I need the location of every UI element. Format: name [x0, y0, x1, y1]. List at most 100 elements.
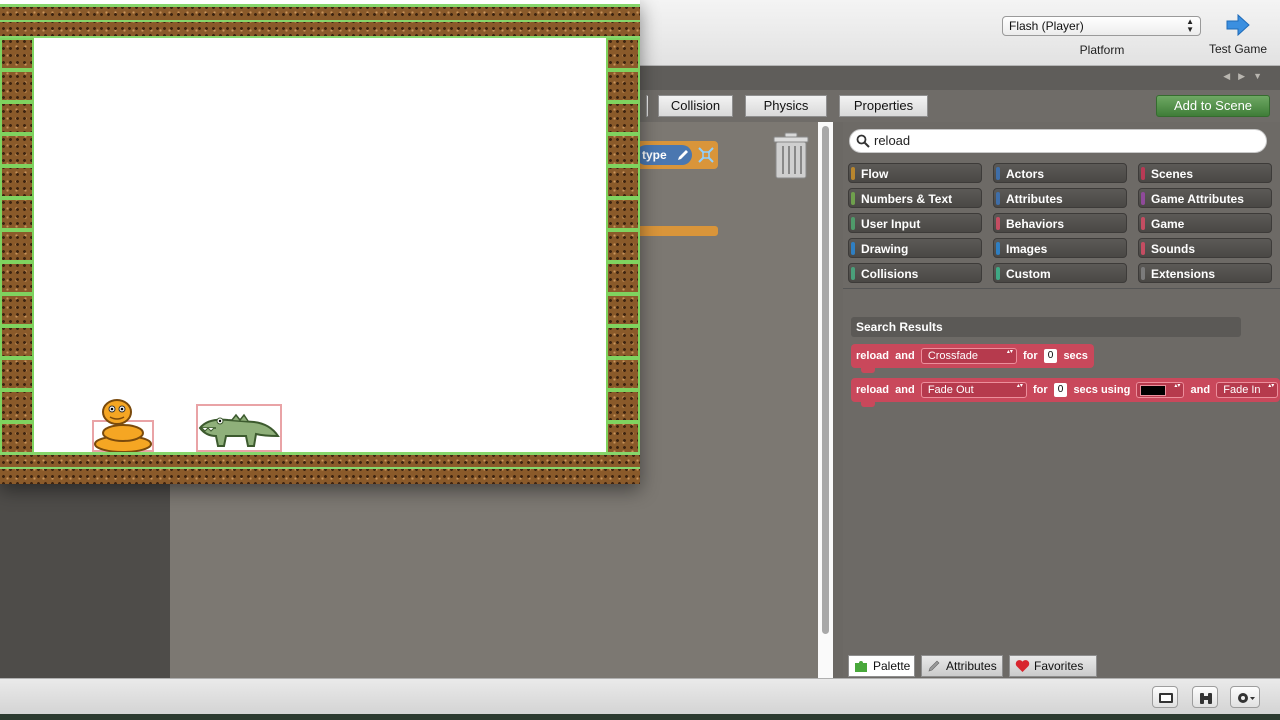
- tab-attributes[interactable]: Attributes: [921, 655, 1003, 677]
- snake-icon: [94, 399, 152, 452]
- category-color-bar: [1141, 192, 1145, 205]
- category-color-bar: [1141, 167, 1145, 180]
- type-label: type: [642, 148, 667, 162]
- category-flow[interactable]: Flow: [848, 163, 982, 183]
- tile: [0, 422, 34, 454]
- category-behaviors[interactable]: Behaviors: [993, 213, 1127, 233]
- category-label: Collisions: [861, 267, 919, 281]
- panel-separator: [843, 288, 1280, 289]
- category-attributes[interactable]: Attributes: [993, 188, 1127, 208]
- block-word: and: [1190, 384, 1211, 396]
- category-label: Behaviors: [1006, 217, 1065, 231]
- crocodile-actor[interactable]: [196, 404, 282, 452]
- block-word: and: [895, 350, 915, 362]
- category-color-bar: [996, 192, 1000, 205]
- category-user-input[interactable]: User Input: [848, 213, 982, 233]
- type-block-pill[interactable]: type: [636, 145, 692, 165]
- category-collisions[interactable]: Collisions: [848, 263, 982, 283]
- category-images[interactable]: Images: [993, 238, 1127, 258]
- editor-scrollbar-thumb[interactable]: [822, 126, 829, 634]
- block-word: for: [1032, 384, 1048, 396]
- puzzle-icon: [855, 661, 867, 672]
- category-color-bar: [1141, 267, 1145, 280]
- secs-field[interactable]: 0: [1053, 383, 1068, 398]
- tile: [606, 390, 640, 422]
- transition-dropdown-2[interactable]: Fade In: [1216, 382, 1279, 399]
- category-drawing[interactable]: Drawing: [848, 238, 982, 258]
- search-results-header: Search Results: [851, 317, 1241, 337]
- tab-collision[interactable]: Collision: [658, 95, 733, 117]
- block-word: secs using: [1073, 384, 1131, 396]
- tile: [606, 166, 640, 198]
- category-extensions[interactable]: Extensions: [1138, 263, 1272, 283]
- snake-actor[interactable]: [92, 398, 154, 452]
- heart-icon: [1015, 660, 1030, 672]
- category-color-bar: [851, 192, 855, 205]
- category-label: Scenes: [1151, 167, 1194, 181]
- block-word: for: [1022, 350, 1038, 362]
- tile: [606, 134, 640, 166]
- tab-attributes-label: Attributes: [946, 659, 997, 673]
- tab-properties[interactable]: Properties: [839, 95, 928, 117]
- pencil-icon: [928, 660, 940, 672]
- tile: [0, 38, 34, 70]
- transition-dropdown[interactable]: Crossfade: [920, 348, 1017, 365]
- reload-crossfade-block[interactable]: reload and Crossfade for 0 secs: [851, 344, 1094, 373]
- tile: [0, 326, 34, 358]
- category-numbers-text[interactable]: Numbers & Text: [848, 188, 982, 208]
- category-label: Images: [1006, 242, 1048, 256]
- category-label: Game: [1151, 217, 1185, 231]
- category-custom[interactable]: Custom: [993, 263, 1127, 283]
- category-color-bar: [996, 167, 1000, 180]
- platform-select[interactable]: Flash (Player) ▲ ▼: [1002, 16, 1201, 36]
- panel-divider[interactable]: [833, 122, 843, 678]
- nav-arrows-icon[interactable]: ◀▶▼: [1223, 71, 1270, 82]
- color-dropdown[interactable]: [1136, 382, 1185, 399]
- test-game-button[interactable]: Test Game: [1206, 12, 1270, 62]
- tab-physics[interactable]: Physics: [745, 95, 827, 117]
- trash-icon[interactable]: [772, 132, 810, 180]
- transition-dropdown[interactable]: Fade Out: [920, 382, 1027, 399]
- tile: [0, 262, 34, 294]
- tile: [606, 230, 640, 262]
- tab-partial: [646, 95, 648, 117]
- tile: [0, 70, 34, 102]
- category-label: Drawing: [861, 242, 909, 256]
- platform-label: Platform: [1079, 43, 1125, 57]
- tile: [0, 102, 34, 134]
- terminal-icon: [1159, 693, 1173, 703]
- pencil-icon[interactable]: [676, 148, 690, 162]
- tile: [0, 134, 34, 166]
- palette-search-input[interactable]: reload: [849, 129, 1267, 153]
- category-color-bar: [1141, 242, 1145, 255]
- category-color-bar: [996, 217, 1000, 230]
- secs-field[interactable]: 0: [1043, 349, 1058, 364]
- game-preview-window[interactable]: [0, 0, 640, 484]
- expand-icon[interactable]: [698, 147, 714, 163]
- grass-edge: [0, 36, 640, 38]
- category-game-attributes[interactable]: Game Attributes: [1138, 188, 1272, 208]
- reload-fadeout-block[interactable]: reload and Fade Out for 0 secs using and…: [851, 378, 1280, 407]
- category-color-bar: [851, 167, 855, 180]
- category-label: Flow: [861, 167, 889, 181]
- add-to-scene-button[interactable]: Add to Scene: [1156, 95, 1270, 117]
- grass-edge: [0, 452, 640, 455]
- tab-palette[interactable]: Palette: [848, 655, 915, 677]
- settings-button[interactable]: [1230, 686, 1260, 708]
- block-notch: [861, 367, 875, 373]
- event-block[interactable]: type: [634, 141, 718, 169]
- tile: [0, 166, 34, 198]
- tab-favorites[interactable]: Favorites: [1009, 655, 1097, 677]
- category-scenes[interactable]: Scenes: [1138, 163, 1272, 183]
- tile: [606, 358, 640, 390]
- category-color-bar: [1141, 217, 1145, 230]
- event-block-footer: [634, 226, 718, 236]
- category-actors[interactable]: Actors: [993, 163, 1127, 183]
- color-swatch: [1140, 384, 1167, 396]
- find-button[interactable]: [1192, 686, 1218, 708]
- category-game[interactable]: Game: [1138, 213, 1272, 233]
- tile: [0, 230, 34, 262]
- log-viewer-button[interactable]: [1152, 686, 1178, 708]
- binoculars-icon: [1200, 693, 1212, 704]
- category-sounds[interactable]: Sounds: [1138, 238, 1272, 258]
